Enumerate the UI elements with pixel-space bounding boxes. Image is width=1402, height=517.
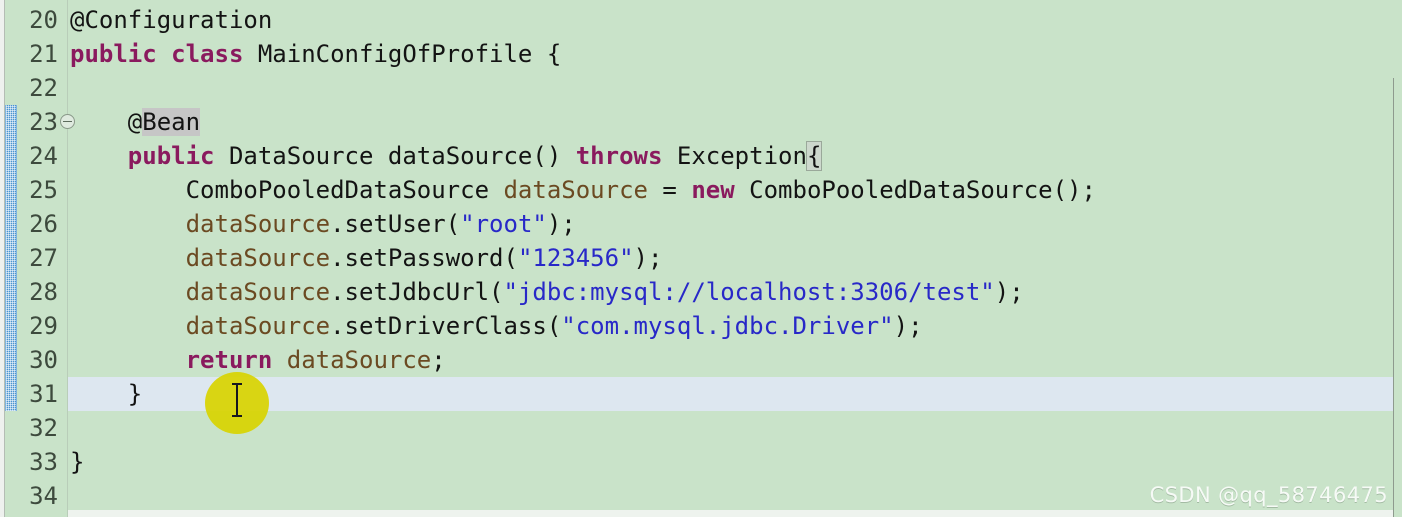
code-token-fld: dataSource [185, 278, 331, 306]
line-number: 21 [29, 40, 58, 68]
code-token-plain: MainConfigOfProfile { [257, 40, 562, 68]
code-token-plain: .setDriverClass( [330, 312, 562, 340]
code-token-bracket: { [805, 141, 823, 171]
csdn-watermark: CSDN @qq_58746475 [1149, 483, 1388, 507]
line-number: 30 [29, 346, 58, 374]
line-number: 28 [29, 278, 58, 306]
code-token-fld: dataSource [185, 244, 331, 272]
line-number: 22 [29, 74, 58, 102]
line-number: 24 [29, 142, 58, 170]
code-token-kw: throws [575, 142, 663, 170]
line-number: 25 [29, 176, 58, 204]
code-editor[interactable]: ) 20@Configuration21public class MainCon… [0, 0, 1402, 517]
code-token-plain: DataSource dataSource() [214, 142, 576, 170]
text-cursor-icon [232, 383, 242, 417]
fold-collapse-icon[interactable] [60, 114, 75, 129]
line-number: 29 [29, 312, 58, 340]
code-token-fld: dataSource [185, 312, 331, 340]
line-number: 20 [29, 6, 58, 34]
code-token-plain: ); [633, 244, 663, 272]
code-token-fld: dataSource [185, 210, 331, 238]
code-line[interactable]: } [70, 445, 84, 479]
editor-top-strip [68, 0, 1402, 3]
line-number: 31 [29, 380, 58, 408]
line-number: 27 [29, 244, 58, 272]
code-token-plain: ); [546, 210, 576, 238]
code-token-kw: new [691, 176, 735, 204]
code-token-plain: .setJdbcUrl( [330, 278, 504, 306]
code-line[interactable]: dataSource.setUser("root"); [70, 207, 576, 241]
code-token-plain: ComboPooledDataSource(); [734, 176, 1096, 204]
line-number: 33 [29, 448, 58, 476]
code-token-plain: ; [431, 346, 446, 374]
line-number: 32 [29, 414, 58, 442]
code-token-kw: return [185, 346, 273, 374]
code-line[interactable]: ComboPooledDataSource dataSource = new C… [70, 173, 1096, 207]
code-token-anno-hl: Bean [142, 108, 201, 136]
code-line[interactable]: public class MainConfigOfProfile { [70, 37, 561, 71]
code-line[interactable]: public DataSource dataSource() throws Ex… [70, 139, 823, 173]
code-token-plain: } [70, 448, 85, 476]
code-token-plain: .setUser( [330, 210, 461, 238]
code-token-plain: } [70, 380, 143, 408]
code-token-kw: public [127, 142, 215, 170]
code-line[interactable]: @Configuration [70, 3, 272, 37]
code-token-str: "123456" [517, 244, 634, 272]
code-line[interactable]: dataSource.setDriverClass("com.mysql.jdb… [70, 309, 923, 343]
editor-right-border [1393, 78, 1394, 517]
code-token-plain: Exception [662, 142, 807, 170]
code-token-str: "com.mysql.jdbc.Driver" [561, 312, 894, 340]
code-line[interactable]: } [70, 377, 142, 411]
gutter-separator [67, 0, 68, 517]
code-token-anno: @Configuration [70, 6, 273, 34]
code-token-anno: @ [70, 108, 143, 136]
code-token-plain: ComboPooledDataSource [70, 176, 504, 204]
code-token-str: "root" [460, 210, 547, 238]
code-line[interactable]: @Bean [70, 105, 201, 139]
line-number: 26 [29, 210, 58, 238]
code-line[interactable]: return dataSource; [70, 343, 446, 377]
code-token-fld: dataSource [503, 176, 648, 204]
line-number: 34 [29, 482, 58, 510]
line-number: 23 [29, 108, 58, 136]
code-token-plain: ); [893, 312, 923, 340]
code-token-plain: ); [994, 278, 1024, 306]
code-line[interactable]: dataSource.setJdbcUrl("jdbc:mysql://loca… [70, 275, 1024, 309]
code-token-plain: = [647, 176, 692, 204]
code-line[interactable]: dataSource.setPassword("123456"); [70, 241, 663, 275]
code-token-fld: dataSource [286, 346, 432, 374]
code-token-str: "jdbc:mysql://localhost:3306/test" [503, 278, 995, 306]
code-token-plain: .setPassword( [330, 244, 518, 272]
code-token-kw: public class [70, 40, 258, 68]
